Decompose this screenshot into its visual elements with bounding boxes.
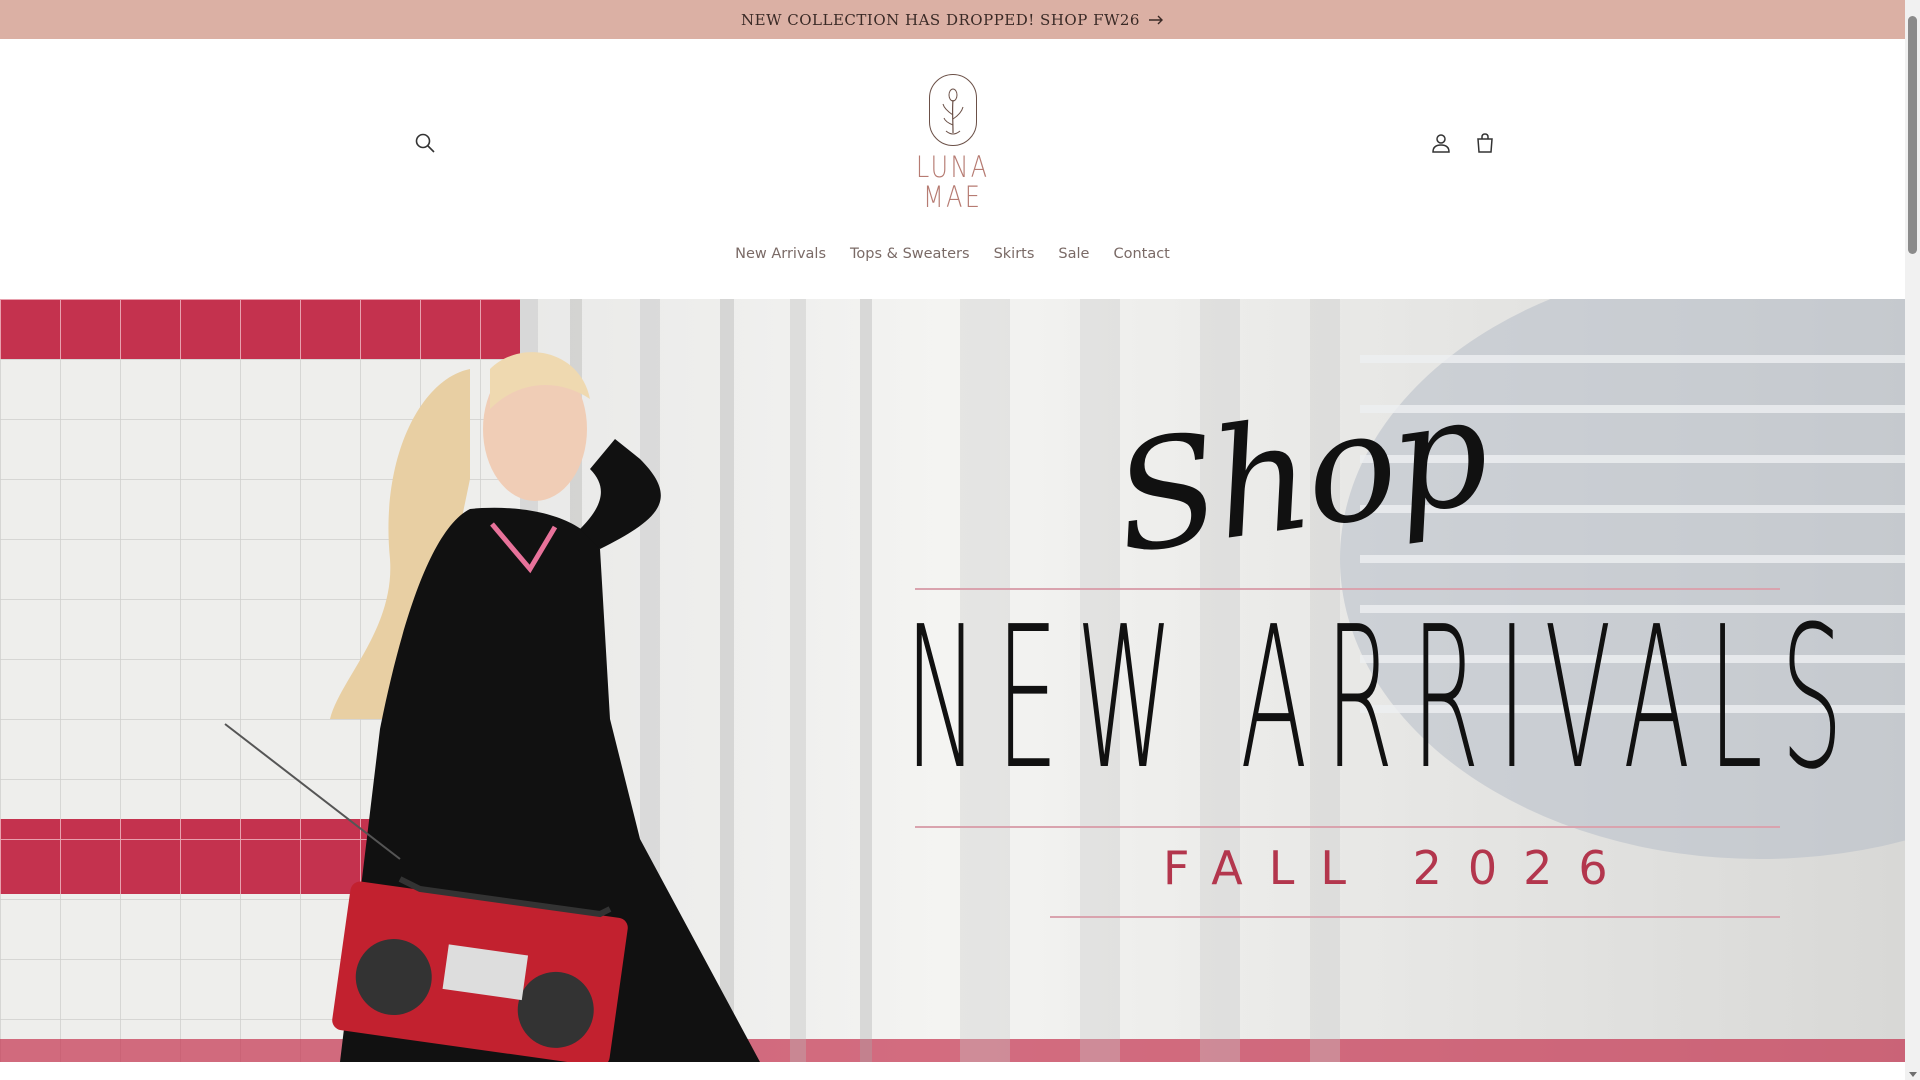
site-header: LUNA MAE New Arrivals Tops & Sweaters Sk… <box>0 39 1905 299</box>
search-button[interactable] <box>407 125 443 161</box>
nav-item-tops-sweaters[interactable]: Tops & Sweaters <box>838 246 982 262</box>
main-nav: New Arrivals Tops & Sweaters Skirts Sale… <box>0 246 1905 262</box>
cart-button[interactable] <box>1467 125 1503 161</box>
nav-item-new-arrivals[interactable]: New Arrivals <box>723 246 838 262</box>
page-scrollbar[interactable] <box>1905 0 1920 1080</box>
nav-item-sale[interactable]: Sale <box>1046 246 1101 262</box>
search-icon <box>415 133 435 153</box>
flower-icon <box>942 88 963 135</box>
announcement-text[interactable]: NEW COLLECTION HAS DROPPED! SHOP FW26 <box>741 11 1140 29</box>
logo-wordmark: LUNA MAE <box>916 152 989 212</box>
announcement-bar[interactable]: NEW COLLECTION HAS DROPPED! SHOP FW26 <box>0 0 1905 39</box>
logo-emblem <box>928 74 977 146</box>
arrow-right-icon <box>1148 15 1163 24</box>
hero-banner[interactable]: Shop NEW ARRIVALS FALL 2026 <box>0 299 1905 1062</box>
scroll-down-arrow-icon[interactable] <box>1908 1072 1917 1077</box>
logo-line-2: MAE <box>922 180 983 214</box>
hero-headline: NEW ARRIVALS <box>905 601 1843 797</box>
account-button[interactable] <box>1423 125 1459 161</box>
nav-item-contact[interactable]: Contact <box>1101 246 1181 262</box>
logo-line-1: LUNA <box>915 150 990 184</box>
account-icon <box>1432 134 1450 153</box>
nav-item-skirts[interactable]: Skirts <box>982 246 1047 262</box>
brand-logo[interactable]: LUNA MAE <box>908 74 997 254</box>
page-viewport: NEW COLLECTION HAS DROPPED! SHOP FW26 LU… <box>0 0 1905 1080</box>
cart-icon <box>1477 133 1493 153</box>
scrollbar-thumb[interactable] <box>1908 16 1917 254</box>
hero-subheadline: FALL 2026 <box>1163 841 1634 895</box>
